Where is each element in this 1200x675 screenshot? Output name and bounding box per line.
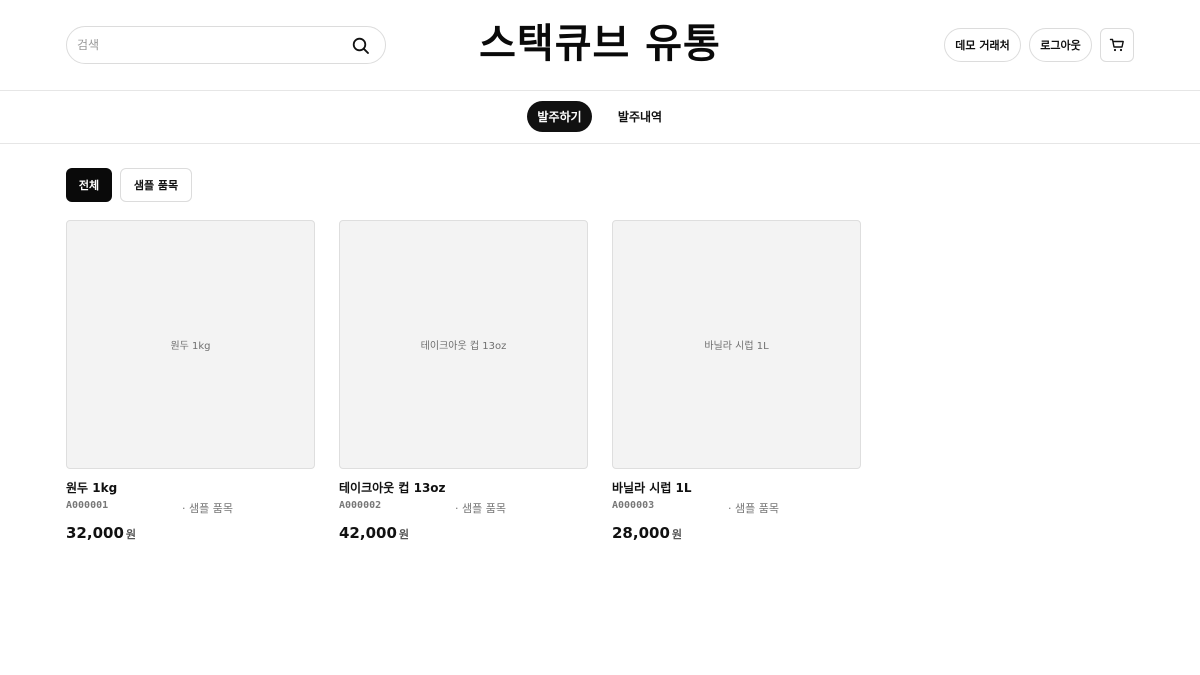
price-value: 42,000 [339,524,397,542]
price-value: 28,000 [612,524,670,542]
product-image-placeholder[interactable]: 테이크아웃 컵 13oz [339,220,588,469]
filter-sample-items[interactable]: 샘플 품목 [120,168,192,202]
product-card[interactable]: 원두 1kg 원두 1kg A000001 · 샘플 품목 32,000 원 [66,220,315,550]
product-price: 42,000 원 [339,523,409,542]
product-name[interactable]: 원두 1kg [66,479,117,496]
product-price: 28,000 원 [612,523,682,542]
search-box[interactable] [66,26,386,64]
brand-title-text[interactable]: 스택큐브 유통 [479,21,721,67]
search-icon[interactable] [351,36,371,56]
price-unit: 원 [671,528,683,541]
tab-order[interactable]: 발주하기 [527,101,592,132]
product-code: A000001 [66,500,109,511]
product-card[interactable]: 테이크아웃 컵 13oz 테이크아웃 컵 13oz A000002 · 샘플 품… [339,220,588,550]
tab-order-history[interactable]: 발주내역 [605,101,675,132]
search-input[interactable] [77,27,347,63]
price-value: 32,000 [66,524,124,542]
product-code: A000002 [339,500,382,511]
product-code: A000003 [612,500,655,511]
cart-button[interactable] [1100,28,1134,62]
product-category: · 샘플 품목 [182,502,233,515]
product-category: · 샘플 품목 [728,502,779,515]
filter-all[interactable]: 전체 [66,168,112,202]
product-category: · 샘플 품목 [455,502,506,515]
product-name[interactable]: 테이크아웃 컵 13oz [339,479,446,496]
demo-account-button[interactable]: 데모 거래처 [944,28,1021,62]
product-image-placeholder[interactable]: 바닐라 시럽 1L [612,220,861,469]
price-unit: 원 [398,528,410,541]
product-price: 32,000 원 [66,523,136,542]
cart-icon [1109,38,1124,52]
header: 스택큐브 유통 데모 거래처 로그아웃 [0,0,1200,91]
logout-button[interactable]: 로그아웃 [1029,28,1092,62]
main-nav: 발주하기 발주내역 [0,91,1200,144]
product-name[interactable]: 바닐라 시럽 1L [612,479,692,496]
product-card[interactable]: 바닐라 시럽 1L 바닐라 시럽 1L A000003 · 샘플 품목 28,0… [612,220,861,550]
product-image-placeholder[interactable]: 원두 1kg [66,220,315,469]
price-unit: 원 [125,528,137,541]
